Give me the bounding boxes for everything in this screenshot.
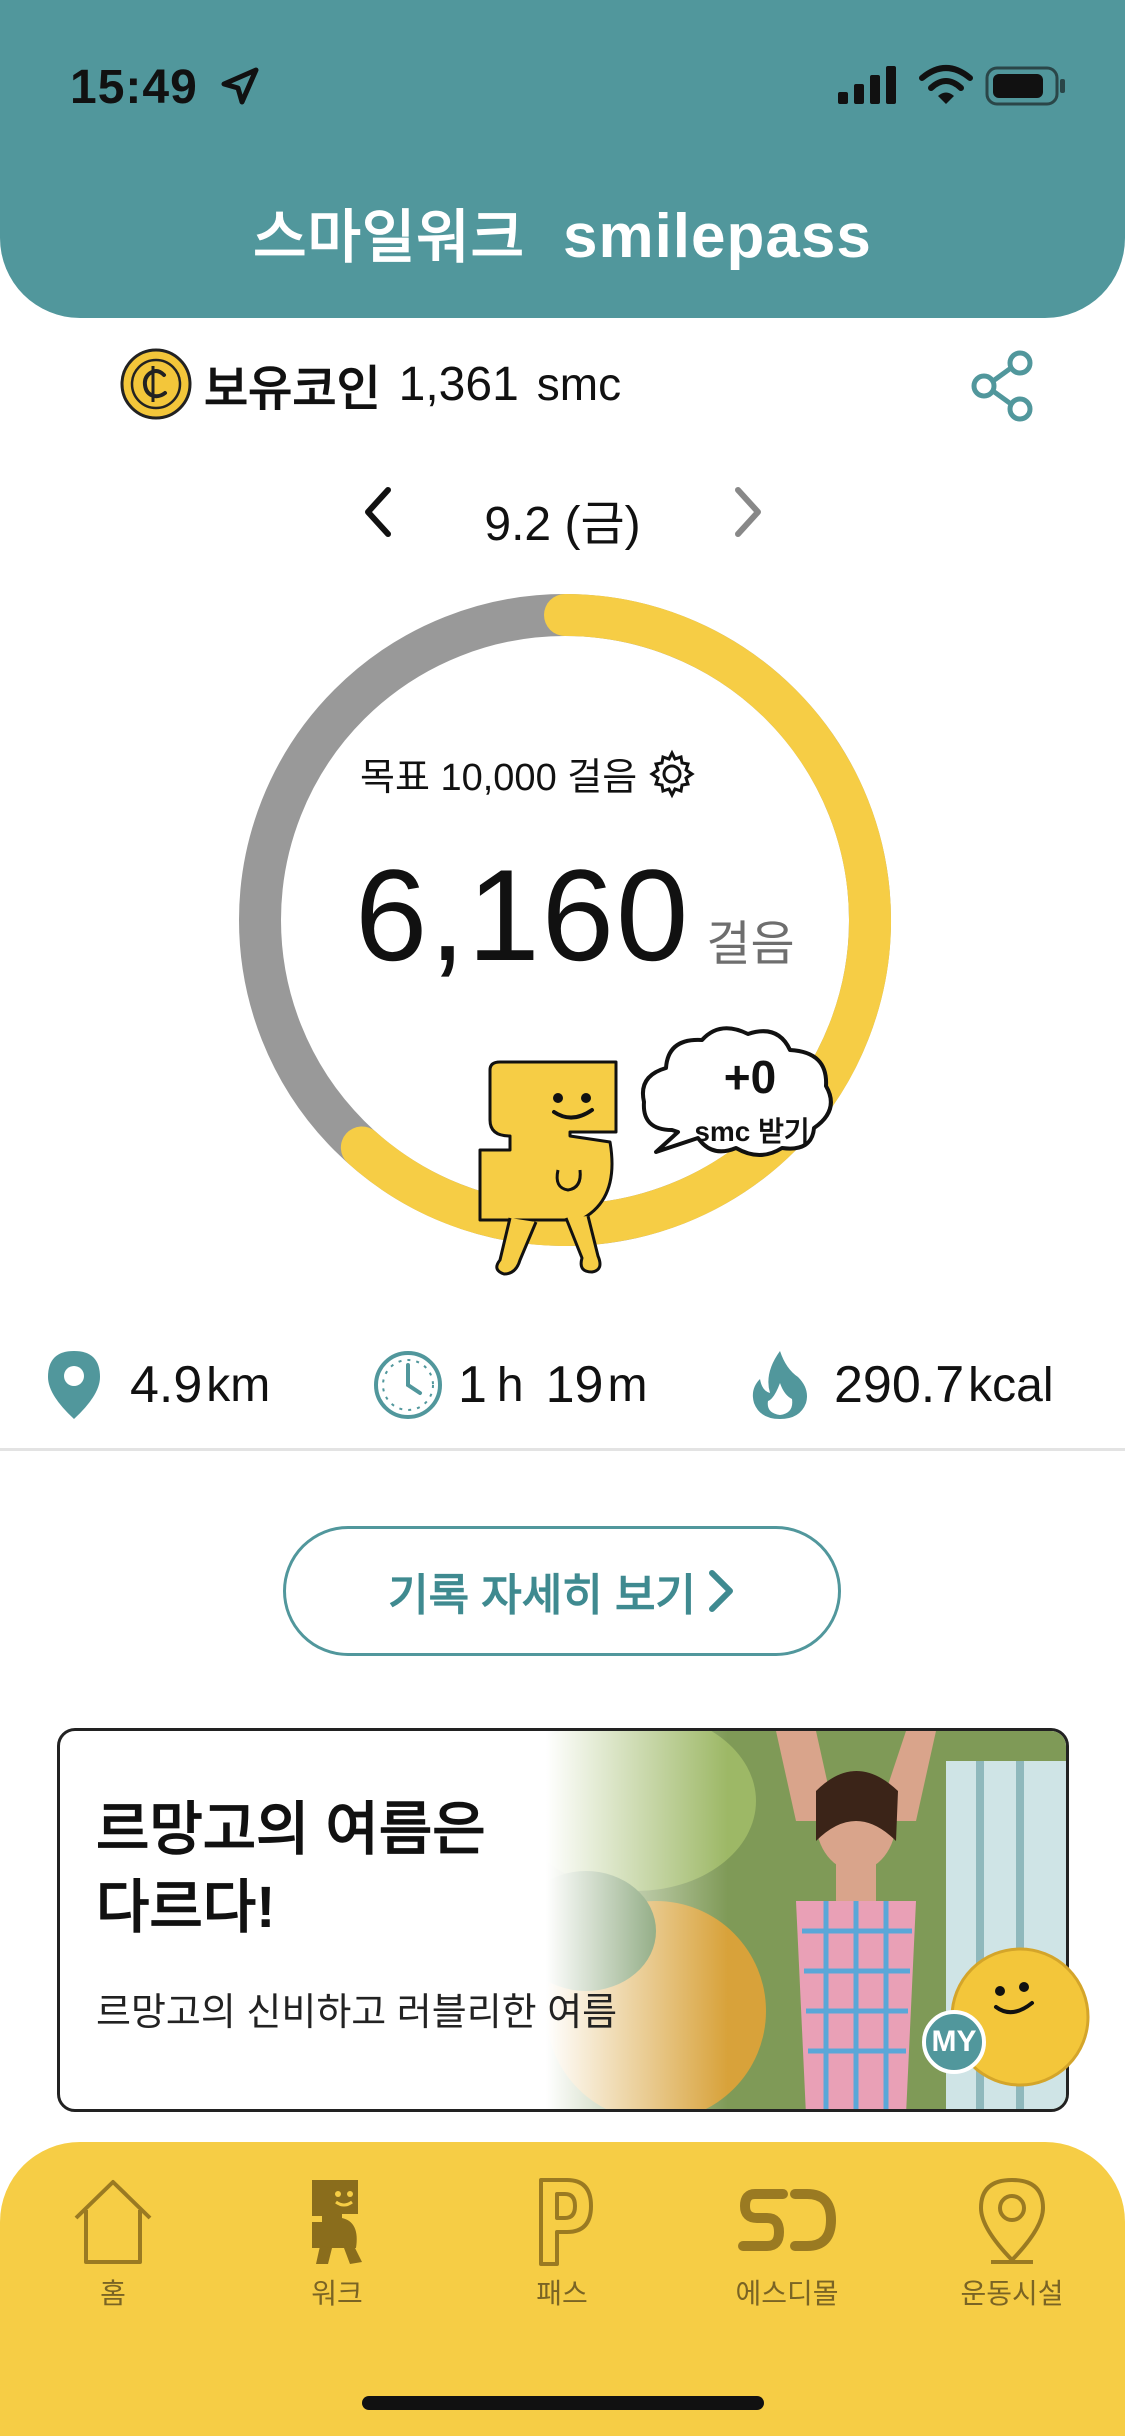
coin-icon (120, 348, 192, 420)
ad-banner[interactable]: 르망고의 여름은 다르다! 르망고의 신비하고 러블리한 여름 (57, 1728, 1069, 2112)
calories-unit: kcal (968, 1358, 1054, 1412)
goal-text: 목표 10,000 걸음 (360, 757, 638, 799)
view-details-button[interactable]: 기록 자세히 보기 (283, 1526, 841, 1656)
brand-title-en: smilepass (562, 202, 872, 271)
tab-sd-mall-label: 에스디몰 (735, 2278, 839, 2309)
home-icon (74, 2180, 152, 2264)
tab-home[interactable]: 홈 (38, 2176, 188, 2312)
brand-title-ko: 스마일워크 (253, 205, 525, 270)
step-count: 6,160 걸음 (355, 840, 795, 988)
location-arrow-icon (221, 67, 259, 105)
clock-icon (374, 1351, 442, 1419)
sd-mall-icon (738, 2189, 837, 2251)
reward-label: smc 받기 (694, 1116, 810, 1147)
walking-mascot-icon (478, 1060, 618, 1276)
wifi-icon (919, 65, 973, 104)
duration-hours: 1 (458, 1356, 487, 1414)
battery-icon (985, 66, 1065, 106)
tab-facilities-label: 운동시설 (960, 2278, 1064, 2309)
coin-label: 보유코인 (204, 363, 381, 416)
tab-walk-label: 워크 (311, 2278, 363, 2309)
duration-minutes-unit: m (607, 1358, 648, 1412)
flame-icon (752, 1351, 807, 1419)
location-pin-icon (48, 1351, 100, 1419)
ad-title: 르망고의 여름은 다르다! (96, 1797, 486, 1940)
distance-stat: 4.9 km (46, 1340, 270, 1430)
my-badge-label: MY (931, 2025, 977, 2058)
section-divider (0, 1448, 1125, 1451)
location-pin-icon (978, 2177, 1046, 2264)
tab-pass[interactable]: 패스 (487, 2176, 637, 2312)
tab-home-label: 홈 (100, 2278, 126, 2309)
step-count-unit: 걸음 (706, 918, 795, 971)
app-brand-title: 스마일워크 smilepass (0, 190, 1125, 274)
my-badge[interactable]: MY (922, 2010, 986, 2074)
distance-value: 4.9 (130, 1356, 203, 1414)
distance-unit: km (206, 1358, 271, 1412)
current-date: 9.2 (금) (484, 498, 641, 551)
step-count-value: 6,160 (355, 842, 691, 988)
pass-p-icon (539, 2178, 593, 2266)
coin-unit: smc (536, 358, 622, 410)
step-goal[interactable]: 목표 10,000 걸음 (360, 746, 780, 801)
duration-hours-unit: h (496, 1358, 524, 1412)
activity-stats: 4.9 km 1 h 19 m 290.7 kcal (0, 1340, 1125, 1430)
chevron-right-icon[interactable] (728, 484, 768, 540)
tab-walk[interactable]: 워크 (262, 2176, 412, 2312)
view-details-label: 기록 자세히 보기 (388, 1571, 696, 1620)
home-indicator (362, 2396, 764, 2410)
duration-minutes: 19 (545, 1356, 604, 1414)
coin-value: 1,361 (398, 357, 519, 411)
date-selector: 9.2 (금) (0, 478, 1125, 551)
coin-balance: 보유코인 1,361 smc (120, 348, 621, 420)
share-icon[interactable] (968, 350, 1038, 422)
calories-value: 290.7 (834, 1356, 965, 1414)
tab-pass-label: 패스 (536, 2278, 588, 2309)
reward-amount: +0 (723, 1051, 777, 1103)
ad-subtitle: 르망고의 신비하고 러블리한 여름 (96, 1992, 618, 2034)
gear-icon[interactable] (647, 749, 697, 799)
status-time: 15:49 (70, 61, 198, 114)
chevron-right-icon (708, 1570, 733, 1612)
app-header: 15:49 스마일워크 smilepass (0, 0, 1125, 318)
walk-mascot-icon (312, 2180, 362, 2264)
tab-facilities[interactable]: 운동시설 (937, 2176, 1087, 2312)
duration-stat: 1 h 19 m (372, 1340, 647, 1430)
cellular-signal-icon (838, 66, 896, 104)
calories-stat: 290.7 kcal (750, 1340, 1054, 1430)
tab-sd-mall[interactable]: 에스디몰 (712, 2176, 862, 2312)
